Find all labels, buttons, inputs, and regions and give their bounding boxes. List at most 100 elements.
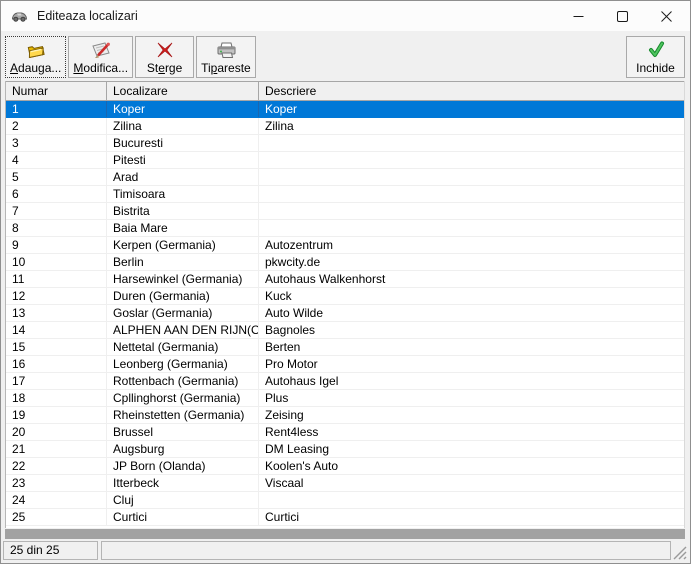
table-row[interactable]: 12Duren (Germania)Kuck xyxy=(6,288,684,305)
table-row[interactable]: 21AugsburgDM Leasing xyxy=(6,441,684,458)
table-row[interactable]: 10Berlinpkwcity.de xyxy=(6,254,684,271)
cell-localizare: Arad xyxy=(107,169,259,185)
check-icon xyxy=(644,39,668,61)
cell-numar: 11 xyxy=(6,271,107,287)
cell-localizare: Duren (Germania) xyxy=(107,288,259,304)
column-header-numar[interactable]: Numar xyxy=(6,82,107,100)
cell-localizare: Cluj xyxy=(107,492,259,508)
cell-localizare: Cpllinghorst (Germania) xyxy=(107,390,259,406)
table-row[interactable]: 1KoperKoper xyxy=(6,101,684,118)
status-message xyxy=(101,541,671,560)
cell-localizare: Bucuresti xyxy=(107,135,259,151)
cell-numar: 21 xyxy=(6,441,107,457)
cell-descriere: Kuck xyxy=(259,288,684,304)
table-row[interactable]: 22JP Born (Olanda)Koolen's Auto xyxy=(6,458,684,475)
window-controls xyxy=(556,1,688,31)
table-row[interactable]: 18Cpllinghorst (Germania)Plus xyxy=(6,390,684,407)
table-row[interactable]: 11Harsewinkel (Germania)Autohaus Walkenh… xyxy=(6,271,684,288)
table-row[interactable]: 24Cluj xyxy=(6,492,684,509)
cell-localizare: Goslar (Germania) xyxy=(107,305,259,321)
delete-button-label: Sterge xyxy=(147,61,182,75)
cell-descriere xyxy=(259,203,684,219)
cell-descriere: Curtici xyxy=(259,509,684,525)
table-row[interactable]: 25CurticiCurtici xyxy=(6,509,684,526)
delete-button[interactable]: Sterge xyxy=(135,36,194,78)
cell-localizare: Harsewinkel (Germania) xyxy=(107,271,259,287)
table-row[interactable]: 15Nettetal (Germania)Berten xyxy=(6,339,684,356)
close-dialog-button[interactable]: Inchide xyxy=(626,36,685,78)
column-header-localizare[interactable]: Localizare xyxy=(107,82,259,100)
cell-descriere xyxy=(259,186,684,202)
modify-button[interactable]: Modifica... xyxy=(68,36,133,78)
print-button-label: Tipareste xyxy=(201,61,251,75)
resize-grip-icon[interactable] xyxy=(672,545,687,560)
cell-descriere: Plus xyxy=(259,390,684,406)
folder-add-icon xyxy=(24,39,48,61)
cell-numar: 17 xyxy=(6,373,107,389)
cell-descriere: Zilina xyxy=(259,118,684,134)
table-row[interactable]: 16Leonberg (Germania)Pro Motor xyxy=(6,356,684,373)
table-row[interactable]: 7Bistrita xyxy=(6,203,684,220)
cell-numar: 2 xyxy=(6,118,107,134)
cell-numar: 15 xyxy=(6,339,107,355)
table-row[interactable]: 17Rottenbach (Germania)Autohaus Igel xyxy=(6,373,684,390)
modify-button-label: Modifica... xyxy=(73,61,128,75)
cell-descriere: Koper xyxy=(259,101,684,117)
column-header-descriere[interactable]: Descriere xyxy=(259,82,684,100)
cell-numar: 12 xyxy=(6,288,107,304)
cell-numar: 23 xyxy=(6,475,107,491)
cell-descriere: Autozentrum xyxy=(259,237,684,253)
cell-localizare: Rottenbach (Germania) xyxy=(107,373,259,389)
cell-localizare: Baia Mare xyxy=(107,220,259,236)
cell-numar: 24 xyxy=(6,492,107,508)
add-button-label: Adauga... xyxy=(10,61,61,75)
cell-descriere: Pro Motor xyxy=(259,356,684,372)
table-row[interactable]: 19Rheinstetten (Germania)Zeising xyxy=(6,407,684,424)
table-row[interactable]: 2ZilinaZilina xyxy=(6,118,684,135)
cell-localizare: Zilina xyxy=(107,118,259,134)
cell-numar: 22 xyxy=(6,458,107,474)
add-button[interactable]: Adauga... xyxy=(5,36,66,78)
cell-descriere: Autohaus Walkenhorst xyxy=(259,271,684,287)
cell-descriere: Bagnoles xyxy=(259,322,684,338)
status-count: 25 din 25 xyxy=(3,541,98,560)
table-row[interactable]: 8Baia Mare xyxy=(6,220,684,237)
title-bar: Editeaza localizari xyxy=(1,1,690,31)
table-row[interactable]: 23ItterbeckViscaal xyxy=(6,475,684,492)
table-row[interactable]: 9Kerpen (Germania)Autozentrum xyxy=(6,237,684,254)
table-body: 1KoperKoper2ZilinaZilina3Bucuresti4Pites… xyxy=(6,101,684,526)
cell-descriere: Berten xyxy=(259,339,684,355)
car-icon xyxy=(11,8,29,24)
cell-localizare: Timisoara xyxy=(107,186,259,202)
cell-numar: 9 xyxy=(6,237,107,253)
table-row[interactable]: 5Arad xyxy=(6,169,684,186)
cell-localizare: Curtici xyxy=(107,509,259,525)
cell-numar: 25 xyxy=(6,509,107,525)
cell-numar: 18 xyxy=(6,390,107,406)
cell-localizare: Bistrita xyxy=(107,203,259,219)
table-row[interactable]: 14ALPHEN AAN DEN RIJN(OlandBagnoles xyxy=(6,322,684,339)
table-row[interactable]: 13Goslar (Germania)Auto Wilde xyxy=(6,305,684,322)
table-row[interactable]: 4Pitesti xyxy=(6,152,684,169)
cell-numar: 5 xyxy=(6,169,107,185)
maximize-button[interactable] xyxy=(600,1,644,31)
locations-table: Numar Localizare Descriere 1KoperKoper2Z… xyxy=(5,81,685,528)
table-row[interactable]: 3Bucuresti xyxy=(6,135,684,152)
cell-descriere: DM Leasing xyxy=(259,441,684,457)
cell-localizare: Nettetal (Germania) xyxy=(107,339,259,355)
cell-localizare: Kerpen (Germania) xyxy=(107,237,259,253)
cell-localizare: Augsburg xyxy=(107,441,259,457)
cell-numar: 13 xyxy=(6,305,107,321)
cell-localizare: Itterbeck xyxy=(107,475,259,491)
cell-localizare: Leonberg (Germania) xyxy=(107,356,259,372)
cell-numar: 4 xyxy=(6,152,107,168)
close-button[interactable] xyxy=(644,1,688,31)
table-row[interactable]: 20BrusselRent4less xyxy=(6,424,684,441)
cell-descriere xyxy=(259,220,684,236)
minimize-button[interactable] xyxy=(556,1,600,31)
window-title: Editeaza localizari xyxy=(37,9,138,23)
cell-localizare: Brussel xyxy=(107,424,259,440)
print-button[interactable]: Tipareste xyxy=(196,36,256,78)
table-row[interactable]: 6Timisoara xyxy=(6,186,684,203)
cell-localizare: Koper xyxy=(107,101,259,117)
